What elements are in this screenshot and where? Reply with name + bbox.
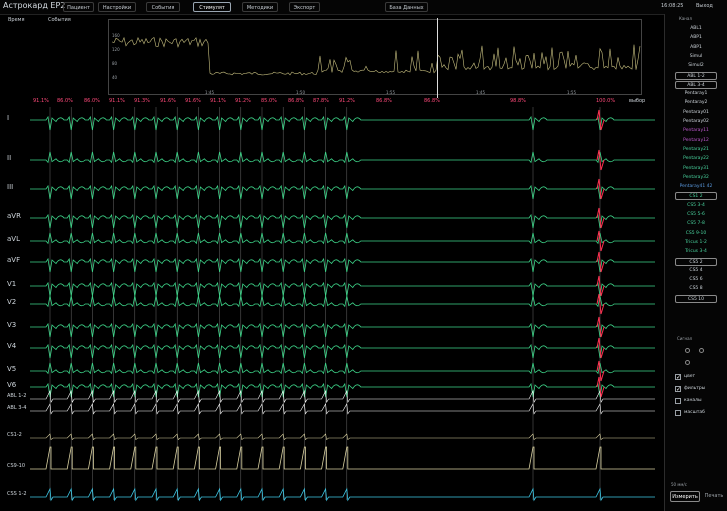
ecg-traces[interactable] [0, 0, 664, 511]
channel-item[interactable]: CS5 7-8 [675, 220, 717, 228]
option-checkbox[interactable] [675, 398, 681, 404]
print-button[interactable]: Печать [702, 491, 726, 502]
channel-item[interactable]: Tricus 1-2 [675, 239, 717, 247]
channel-item[interactable]: Pentaray22 [675, 155, 717, 163]
option-label: фильтры [684, 386, 706, 391]
channel-item[interactable]: ABL 1-2 [675, 71, 717, 80]
lead-trace [30, 213, 655, 229]
channel-item[interactable]: ABP1 [675, 34, 717, 42]
channel-item[interactable]: Pentaray31 [675, 165, 717, 173]
channel-item[interactable]: CS1 2 [675, 192, 717, 201]
channel-item[interactable]: CS5 10 [675, 294, 717, 303]
channel-item[interactable]: CS5 4 [675, 267, 717, 275]
trend-line [111, 36, 641, 76]
lead-trace [30, 281, 655, 297]
lead-trace [30, 362, 655, 375]
highlighted-beat [596, 251, 605, 273]
channel-item[interactable]: ABL 3-4 [675, 80, 717, 89]
option-checkbox[interactable]: ✓ [675, 386, 681, 393]
channel-item[interactable]: Pentaray21 [675, 146, 717, 154]
lead-trace [30, 232, 655, 245]
highlighted-beat [596, 337, 605, 359]
highlighted-beat [596, 316, 605, 338]
highlighted-beat [596, 178, 605, 200]
highlighted-beat [596, 109, 605, 131]
channel-item[interactable]: CS5 5-6 [675, 211, 717, 219]
channel-header: Канал [679, 16, 692, 21]
channel-item[interactable]: CS5 3-4 [675, 202, 717, 210]
lead-trace [30, 389, 655, 404]
channel-item[interactable]: CS5 8 [675, 285, 717, 293]
channel-item[interactable]: Pentaray01 [675, 109, 717, 117]
clock: 16:08:25 [661, 3, 684, 9]
channel-item[interactable]: ABP1 [675, 44, 717, 52]
channel-item[interactable]: CS5 6 [675, 276, 717, 284]
channel-item[interactable]: Pentaray02 [675, 118, 717, 126]
channel-item[interactable]: Pentaray32 [675, 174, 717, 182]
channel-item[interactable]: Simul2 [675, 62, 717, 70]
channel-item[interactable]: Pentaray12 [675, 137, 717, 145]
channel-item[interactable]: CS5 2 [675, 257, 717, 266]
lead-trace [30, 446, 655, 470]
lead-trace [30, 433, 655, 441]
highlighted-beat [596, 275, 605, 297]
option-label: цвет [684, 374, 696, 379]
lead-trace [30, 343, 655, 359]
option-label: масштаб [684, 410, 705, 415]
channel-item[interactable]: CS5 9-10 [675, 230, 717, 238]
radio-option[interactable] [685, 360, 690, 365]
channel-item[interactable]: ABL1 [675, 25, 717, 33]
exit-button[interactable]: Выход [696, 3, 713, 9]
option-label: каналы [684, 398, 702, 403]
option-checkbox[interactable] [675, 410, 681, 416]
channel-item[interactable]: Pentaray11 [675, 127, 717, 135]
measure-button[interactable]: Измерить [670, 491, 700, 502]
channel-item[interactable]: Simul [675, 53, 717, 61]
lead-trace [30, 382, 655, 398]
radio-option[interactable] [699, 348, 704, 353]
lead-trace [30, 403, 655, 415]
time-cursor[interactable] [437, 18, 438, 98]
channel-panel: Канал ABL1 ABP1 ABP1 Simul Simul2 ABL 1-2 ABL … [664, 14, 727, 511]
lead-trace [30, 487, 655, 502]
lead-trace [30, 295, 655, 308]
radio-option[interactable] [685, 348, 690, 353]
sweep-speed: 50 мм/с [671, 482, 687, 487]
lead-trace [30, 115, 655, 131]
lead-trace [30, 184, 655, 200]
option-checkbox[interactable]: ✓ [675, 374, 681, 381]
lead-trace [30, 257, 655, 273]
signal-label: Сигнал [677, 336, 693, 341]
lead-trace [30, 322, 655, 338]
channel-item[interactable]: Tricus 3-4 [675, 248, 717, 256]
channel-item[interactable]: Pentaray41 42 [675, 183, 717, 191]
lead-trace [30, 151, 655, 164]
channel-item[interactable]: Pentaray1 [675, 90, 717, 98]
channel-item[interactable]: Pentaray2 [675, 99, 717, 107]
highlighted-beat [596, 207, 605, 229]
